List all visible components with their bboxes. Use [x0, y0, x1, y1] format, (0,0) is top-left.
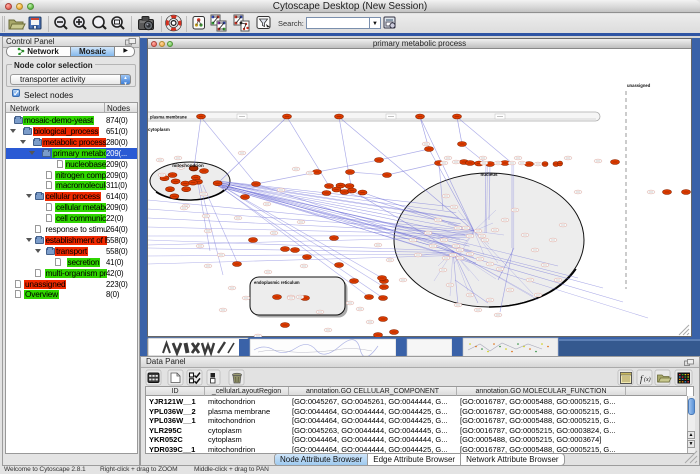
svg-text:mitochondrion: mitochondrion — [172, 163, 204, 168]
svg-text:cytoplasm: cytoplasm — [148, 127, 170, 132]
svg-text:endoplasmic reticulum: endoplasmic reticulum — [254, 280, 300, 285]
svg-text:(x): (x) — [644, 376, 651, 383]
svg-text:unassigned: unassigned — [627, 83, 651, 88]
svg-text:nucleus: nucleus — [480, 172, 498, 177]
svg-text:plasma membrane: plasma membrane — [150, 115, 187, 120]
